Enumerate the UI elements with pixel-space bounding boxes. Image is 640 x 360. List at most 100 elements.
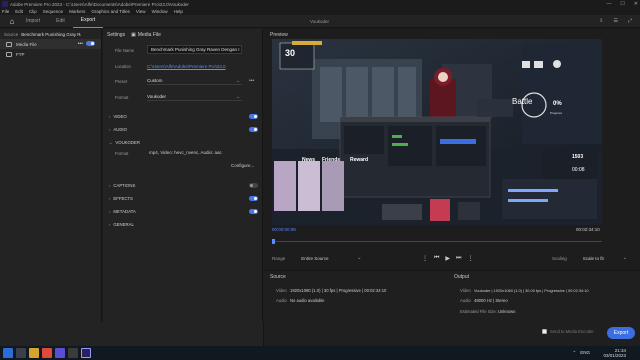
transport-controls: ⋮ ⏮ ▶ ⏭ ⋮ xyxy=(422,255,473,262)
obs-icon[interactable] xyxy=(68,348,78,358)
play-icon[interactable]: ▶ xyxy=(445,255,450,262)
range-dropdown[interactable]: Entire Source xyxy=(301,256,351,261)
project-name: Voukoder xyxy=(310,18,330,24)
section-label: EFFECTS xyxy=(113,196,133,201)
fullscreen-icon[interactable]: ⤢ xyxy=(628,18,632,24)
media-file-toggle[interactable] xyxy=(86,41,95,46)
menu-edit[interactable]: Edit xyxy=(15,9,23,14)
minimize-button[interactable]: — xyxy=(606,0,611,8)
tab-import[interactable]: Import xyxy=(18,15,48,28)
destination-label: FTP xyxy=(16,51,25,57)
menu-window[interactable]: Window xyxy=(152,9,168,14)
tab-export[interactable]: Export xyxy=(72,14,104,28)
step-forward-icon[interactable]: ⏭ xyxy=(456,255,461,262)
menu-help[interactable]: Help xyxy=(174,9,183,14)
quick-export-icon[interactable]: ⇪ xyxy=(599,18,603,24)
game-time: 00:08 xyxy=(572,167,585,173)
window-controls: — ☐ ✕ xyxy=(606,0,638,8)
chevron-right-icon: › xyxy=(109,183,111,188)
browser-icon[interactable] xyxy=(42,348,52,358)
output-audio-value: 48000 Hz | Stereo xyxy=(474,298,508,303)
captions-toggle[interactable] xyxy=(249,183,258,188)
chevron-down-icon: ⌄ xyxy=(109,140,113,145)
mark-in-icon[interactable]: ⋮ xyxy=(422,255,428,262)
section-video[interactable]: › VIDEO xyxy=(109,114,127,119)
format-dropdown[interactable]: Voukoder ⌄ xyxy=(147,92,242,101)
scaling-label: Scaling xyxy=(552,255,567,261)
export-button[interactable]: Export xyxy=(607,327,635,339)
scaling-control: Scaling Scale to fit ⌄ xyxy=(552,255,627,261)
audio-toggle[interactable] xyxy=(249,127,258,132)
clock[interactable]: 21:34 03/01/2023 xyxy=(603,348,626,358)
language-indicator[interactable]: ENG xyxy=(580,350,590,356)
source-output-summary: Source Video 1920x1080 (1.0) | 30 fps | … xyxy=(264,270,640,322)
maximize-button[interactable]: ☐ xyxy=(620,0,624,8)
media-file-icon xyxy=(6,41,12,47)
metadata-toggle[interactable] xyxy=(249,209,258,214)
search-icon[interactable] xyxy=(16,348,26,358)
mark-out-icon[interactable]: ⋮ xyxy=(467,255,473,262)
section-effects[interactable]: › EFFECTS xyxy=(109,196,133,201)
send-to-media-encoder[interactable]: Send to Media Encoder xyxy=(542,329,594,334)
clock-date: 03/01/2023 xyxy=(603,353,626,358)
send-checkbox[interactable] xyxy=(542,329,547,334)
range-control: Range Entire Source ⌄ xyxy=(272,255,361,261)
workspaces-icon[interactable]: ☰ xyxy=(614,18,618,24)
location-link[interactable]: C:\Users\Alfe\Adobe\Premiere Pro\23.0 xyxy=(147,64,226,69)
more-options-icon[interactable]: ••• xyxy=(78,41,83,47)
timecode-current[interactable]: 00:00:00:09 xyxy=(272,227,296,232)
section-captions[interactable]: › CAPTIONS xyxy=(109,183,135,188)
menu-clip[interactable]: Clip xyxy=(29,9,37,14)
premiere-taskbar-icon[interactable] xyxy=(81,348,91,358)
media-file-heading: ▣ Media File xyxy=(131,32,161,38)
voukoder-format-label: Format xyxy=(115,151,129,156)
step-back-icon[interactable]: ⏮ xyxy=(434,255,439,262)
output-video-label: Video xyxy=(460,288,471,293)
ftp-icon xyxy=(6,51,12,57)
file-size-label: Estimated File Size: xyxy=(460,309,498,314)
scaling-dropdown[interactable]: Scale to fit xyxy=(583,256,617,261)
video-preview: 30 Battle 0% Progress News Friends Rewar… xyxy=(272,39,602,225)
effects-toggle[interactable] xyxy=(249,196,258,201)
source-video-label: Video xyxy=(276,288,287,293)
settings-panel: Settings ▣ Media File File Name Benchmar… xyxy=(103,29,263,322)
source-name: Benchmark Punishing Gray Ra... xyxy=(21,31,82,37)
menu-sequence[interactable]: Sequence xyxy=(43,9,63,14)
preset-dropdown[interactable]: Custom ⌄ xyxy=(147,76,242,85)
section-audio[interactable]: › AUDIO xyxy=(109,127,127,132)
home-icon[interactable]: ⌂ xyxy=(6,15,18,27)
destination-media-file[interactable]: Media File ••• xyxy=(0,39,101,49)
game-level: 30 xyxy=(285,48,296,58)
chevron-down-icon: ⌄ xyxy=(236,78,240,83)
location-label: Location xyxy=(115,64,131,69)
tab-edit[interactable]: Edit xyxy=(48,15,73,28)
configure-button[interactable]: Configure... xyxy=(231,163,254,168)
file-name-input[interactable]: Benchmark Punishing Gray Raven Dengan I xyxy=(147,45,242,54)
file-explorer-icon[interactable] xyxy=(29,348,39,358)
destination-ftp[interactable]: FTP xyxy=(0,49,101,59)
video-toggle[interactable] xyxy=(249,114,258,119)
media-file-heading-label: Media File xyxy=(137,32,161,38)
section-metadata[interactable]: › METADATA xyxy=(109,209,136,214)
playhead[interactable] xyxy=(272,239,275,244)
preset-more-icon[interactable]: ••• xyxy=(249,78,254,84)
timeline-scrubber[interactable] xyxy=(272,239,602,244)
taskbar: ⌃ ENG 21:34 03/01/2023 xyxy=(0,346,640,360)
menu-view[interactable]: View xyxy=(136,9,146,14)
window-title: Adobe Premiere Pro 2023 - C:\Users\Alfe\… xyxy=(10,1,189,7)
section-label: VIDEO xyxy=(113,114,127,119)
game-battle: Battle xyxy=(512,97,533,106)
section-label: VOUKODER xyxy=(115,140,140,145)
chevron-right-icon: › xyxy=(109,114,111,119)
output-heading: Output xyxy=(454,274,470,280)
output-video-value: Voukoder | 1920x1080 (1.0) | 30.00 fps |… xyxy=(474,288,589,293)
section-voukoder[interactable]: ⌄ VOUKODER xyxy=(109,140,140,145)
start-icon[interactable] xyxy=(3,348,13,358)
menu-file[interactable]: File xyxy=(2,9,9,14)
file-size-value: Unknown xyxy=(498,309,516,314)
close-button[interactable]: ✕ xyxy=(634,0,638,8)
tray-expand-icon[interactable]: ⌃ xyxy=(572,350,576,356)
section-general[interactable]: › GENERAL xyxy=(109,222,134,227)
discord-icon[interactable] xyxy=(55,348,65,358)
game-frame xyxy=(272,39,602,225)
